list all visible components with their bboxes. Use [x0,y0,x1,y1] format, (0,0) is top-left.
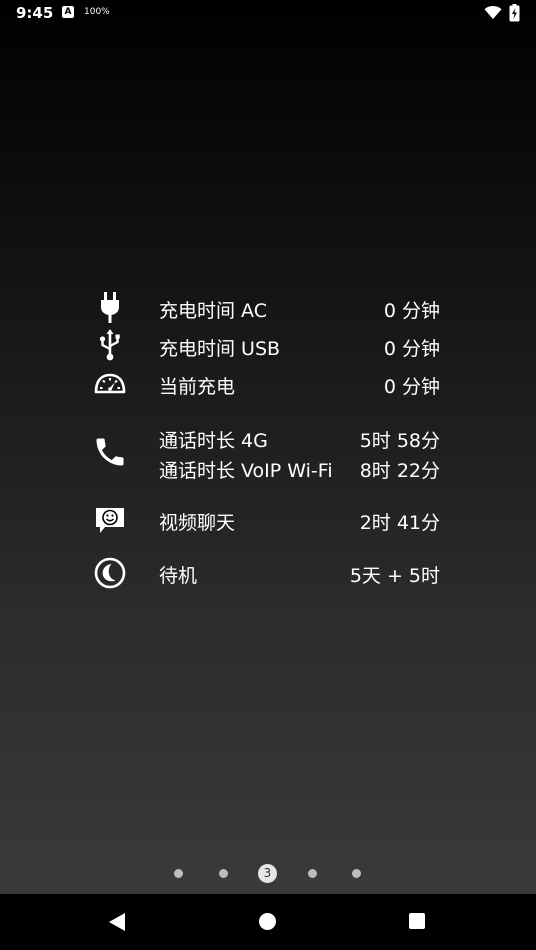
page-dot-4[interactable] [308,869,317,878]
stat-label: 当前充电 [159,376,236,398]
video-chat-icon [92,502,128,538]
stat-label: 充电时间 USB [159,338,281,360]
stat-label: 通话时长 4G [159,430,268,452]
stat-value: 0 分钟 [383,376,440,398]
stat-value: 5时 58分 [359,430,440,452]
page-dot-1[interactable] [174,869,183,878]
recents-icon[interactable] [409,913,425,929]
notification-a-icon: A [62,6,74,18]
stat-label: 充电时间 AC [159,300,267,322]
home-icon[interactable] [259,913,276,930]
stat-value: 0 分钟 [383,338,440,360]
status-time: 9:45 [16,4,54,22]
page-indicator: 3 [0,862,536,886]
stat-label-secondary: 通话时长 VoIP Wi-Fi [159,460,333,482]
page-dot-2[interactable] [219,869,228,878]
navigation-bar [0,894,536,950]
stat-value: 0 分钟 [383,300,440,322]
usb-icon [92,328,128,364]
standby-moon-icon [92,555,128,591]
battery-charging-icon [509,4,520,26]
stat-label: 待机 [159,565,198,587]
stat-label: 视频聊天 [159,512,236,534]
back-icon[interactable] [108,912,126,936]
stat-value: 5天 + 5时 [349,565,440,587]
plug-icon [92,290,128,326]
page-dot-5[interactable] [352,869,361,878]
wifi-icon [484,5,502,24]
phone-icon [92,434,128,470]
stat-value: 2时 41分 [359,512,440,534]
speedometer-icon [92,366,128,402]
battery-percent-text: 100% [84,7,110,17]
stat-value-secondary: 8时 22分 [359,460,440,482]
page-dot-active[interactable]: 3 [258,864,277,883]
status-bar: 9:45 A 100% [0,0,536,26]
